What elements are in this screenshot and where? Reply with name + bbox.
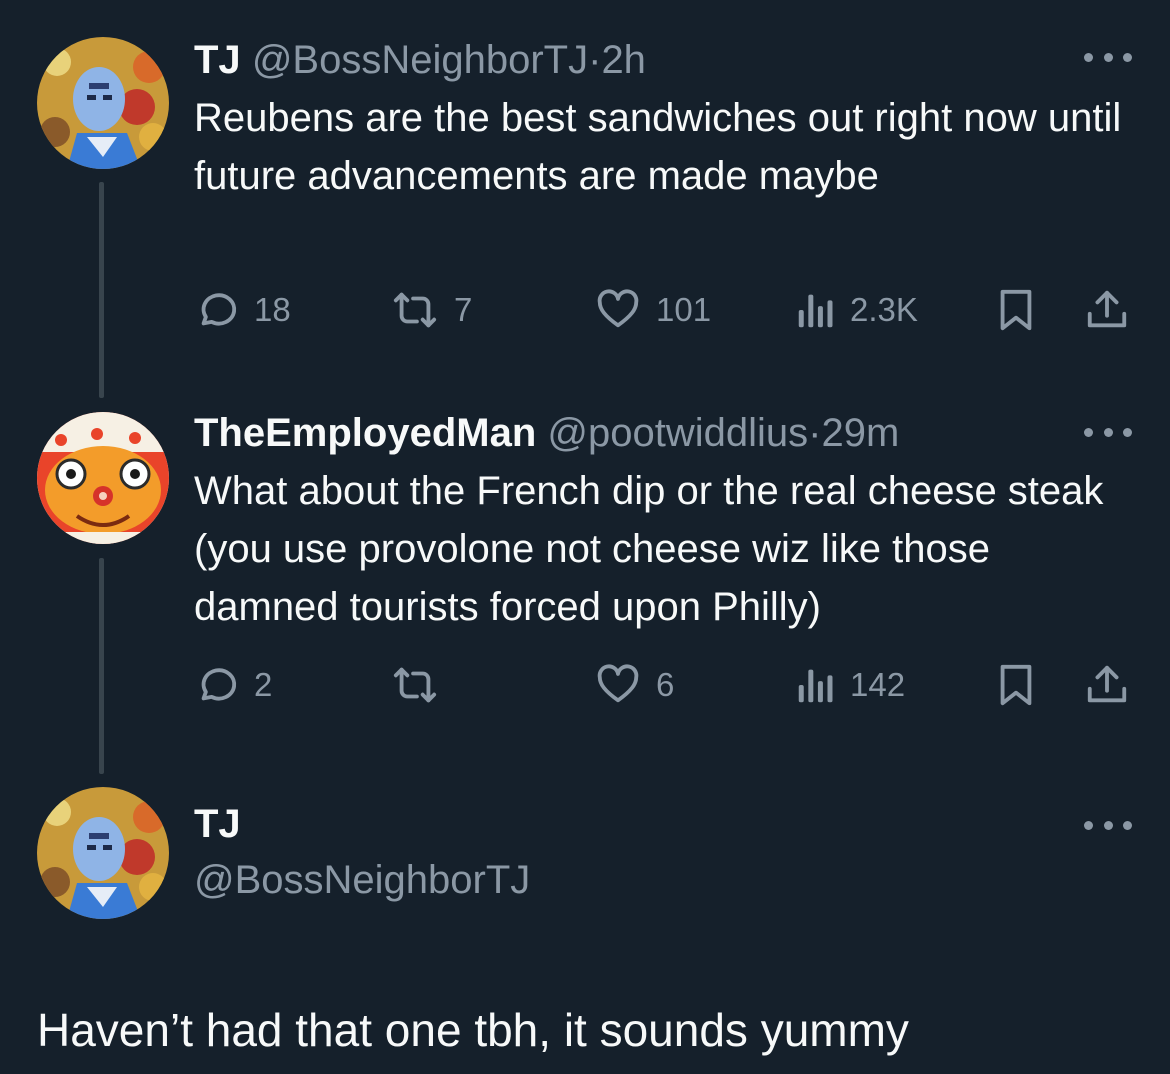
- views-icon: [798, 669, 833, 703]
- user-handle[interactable]: @pootwiddlius: [547, 411, 808, 455]
- views-icon: [798, 294, 833, 328]
- like-icon: [597, 289, 639, 328]
- tweet-header: TJ @BossNeighborTJ·2h: [194, 37, 646, 83]
- repost-icon: [393, 292, 437, 328]
- display-name-text: TJ: [194, 802, 241, 846]
- like-count: 6: [656, 666, 675, 703]
- display-name[interactable]: TJ: [194, 38, 241, 82]
- separator-dot: ·: [808, 411, 822, 455]
- action-bar: 2 6 142: [194, 660, 1134, 710]
- bookmark-button[interactable]: [996, 660, 1036, 710]
- action-bar: 18 7 101 2.3K: [194, 285, 1134, 335]
- display-name[interactable]: TheEmployedMan: [194, 411, 536, 455]
- more-icon[interactable]: [1084, 422, 1132, 442]
- reply-count: 18: [254, 291, 291, 328]
- focused-tweet-text: Haven’t had that one tbh, it sounds yumm…: [37, 1004, 909, 1056]
- more-icon[interactable]: [1084, 47, 1132, 67]
- like-button[interactable]: 6: [594, 660, 674, 710]
- share-button[interactable]: [1084, 660, 1130, 710]
- reply-button[interactable]: 2: [194, 660, 272, 710]
- views-count: 142: [850, 666, 906, 703]
- bookmark-icon: [1000, 289, 1032, 331]
- views-button[interactable]: 142: [796, 660, 905, 710]
- avatar[interactable]: [37, 412, 169, 544]
- share-icon: [1087, 290, 1127, 328]
- repost-button[interactable]: 7: [390, 285, 472, 335]
- share-icon: [1087, 665, 1127, 703]
- bookmark-icon: [1000, 664, 1032, 706]
- tweet-header: TheEmployedMan @pootwiddlius·29m: [194, 410, 899, 456]
- display-name[interactable]: TJ: [194, 801, 241, 847]
- reply-count: 2: [254, 666, 273, 703]
- user-handle[interactable]: @BossNeighborTJ: [194, 857, 530, 903]
- avatar-image: [37, 37, 169, 169]
- repost-button[interactable]: [390, 660, 454, 710]
- tweet[interactable]: TheEmployedMan @pootwiddlius·29m What ab…: [0, 410, 1170, 710]
- like-icon: [597, 664, 639, 703]
- user-handle[interactable]: @BossNeighborTJ: [252, 38, 588, 82]
- separator-dot: ·: [588, 38, 602, 82]
- like-button[interactable]: 101: [594, 285, 711, 335]
- share-button[interactable]: [1084, 285, 1130, 335]
- views-count: 2.3K: [850, 291, 918, 328]
- views-button[interactable]: 2.3K: [796, 285, 918, 335]
- bookmark-button[interactable]: [996, 285, 1036, 335]
- avatar-image: [37, 787, 169, 919]
- avatar[interactable]: [37, 37, 169, 169]
- repost-count: 7: [454, 291, 473, 328]
- timestamp[interactable]: 29m: [821, 411, 899, 455]
- more-icon[interactable]: [1084, 815, 1132, 835]
- reply-button[interactable]: 18: [194, 285, 291, 335]
- avatar-image: [37, 412, 169, 544]
- repost-icon: [393, 667, 437, 703]
- tweet[interactable]: TJ @BossNeighborTJ·2h Reubens are the be…: [0, 37, 1170, 337]
- like-count: 101: [656, 291, 712, 328]
- tweet-text: Reubens are the best sandwiches out righ…: [194, 96, 1122, 198]
- reply-icon: [201, 293, 237, 326]
- tweet-text: What about the French dip or the real ch…: [194, 469, 1104, 629]
- user-handle-text: @BossNeighborTJ: [194, 858, 531, 902]
- avatar[interactable]: [37, 787, 169, 919]
- timestamp[interactable]: 2h: [601, 38, 646, 82]
- reply-icon: [201, 668, 237, 701]
